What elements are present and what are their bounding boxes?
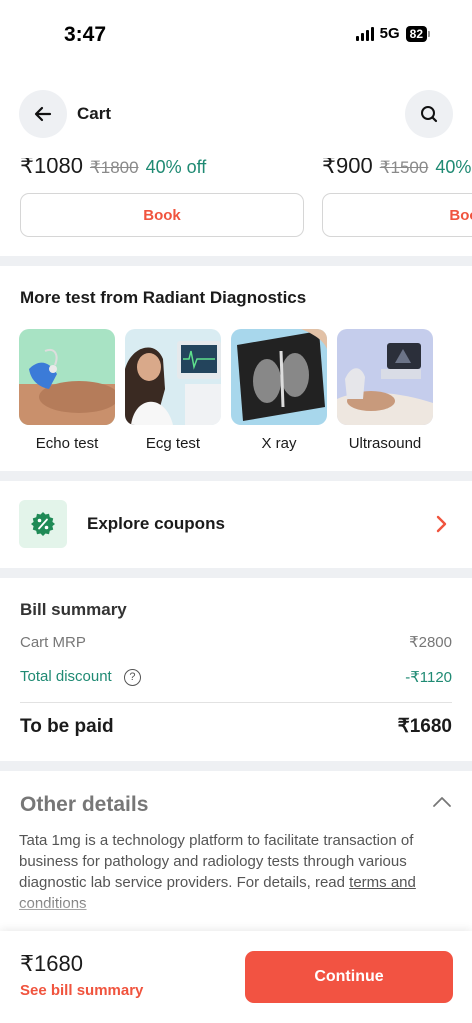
search-icon: [421, 106, 438, 123]
more-tests-section: More test from Radiant Diagnostics Echo …: [0, 266, 472, 471]
coupon-icon-box: [19, 500, 67, 548]
status-time: 3:47: [64, 23, 107, 46]
header: Cart: [0, 70, 472, 158]
battery-icon: 82: [405, 25, 430, 42]
search-button[interactable]: [405, 90, 453, 138]
test-label: Ultrasound: [348, 435, 422, 452]
chevron-right-icon: [436, 515, 447, 533]
info-icon[interactable]: ?: [123, 668, 141, 686]
package-price-row: ₹1080 ₹1800 40% off: [20, 158, 304, 179]
section-divider: [0, 761, 472, 771]
cart-mrp-label: Cart MRP: [20, 633, 86, 651]
test-card-xray[interactable]: X ray: [231, 329, 327, 452]
signal-icon: [355, 26, 374, 41]
package-card: ₹1080 ₹1800 40% off Book: [20, 158, 304, 237]
total-discount-label: Total discount: [20, 668, 112, 686]
section-divider: [0, 256, 472, 266]
package-price: ₹900: [322, 158, 373, 178]
test-label: Echo test: [35, 435, 99, 452]
to-be-paid-row: To be paid ₹1680: [20, 715, 452, 738]
cart-mrp-value: ₹2800: [409, 634, 452, 651]
test-card-ultrasound[interactable]: Ultrasound: [337, 329, 433, 452]
echo-test-image: [19, 329, 115, 425]
package-price: ₹1080: [20, 158, 83, 178]
total-discount-row: Total discount ? -₹1120: [20, 668, 452, 686]
see-bill-summary-link[interactable]: See bill summary: [20, 982, 143, 999]
test-card-ecg[interactable]: Ecg test: [125, 329, 221, 452]
ecg-test-image: [125, 329, 221, 425]
page-title: Cart: [77, 104, 112, 123]
bill-divider: [20, 702, 452, 703]
bill-summary: Bill summary Cart MRP ₹2800 Total discou…: [0, 578, 472, 761]
package-price-row: ₹900 ₹1500 40%: [322, 158, 472, 179]
to-be-paid-value: ₹1680: [397, 716, 452, 737]
package-mrp: ₹1800: [89, 158, 139, 177]
book-button[interactable]: Book: [20, 193, 304, 237]
explore-coupons-row[interactable]: Explore coupons: [0, 481, 472, 568]
cart-mrp-row: Cart MRP ₹2800: [20, 633, 452, 652]
other-details-title: Other details: [20, 793, 149, 816]
bill-summary-title: Bill summary: [20, 600, 127, 619]
package-discount: 40%: [435, 158, 472, 177]
section-divider: [0, 568, 472, 578]
ultrasound-test-image: [337, 329, 433, 425]
continue-button[interactable]: Continue: [245, 951, 453, 1003]
status-icons: 5G 82: [355, 25, 430, 42]
explore-coupons-label: Explore coupons: [87, 514, 225, 533]
fade-overlay: [0, 891, 472, 931]
test-list: Echo test Ecg test X ray Ultrasound: [19, 329, 433, 452]
to-be-paid-label: To be paid: [20, 715, 114, 737]
total-discount-value: -₹1120: [405, 669, 452, 686]
battery-level: 82: [405, 25, 427, 42]
section-divider: [0, 471, 472, 481]
package-carousel[interactable]: ₹1080 ₹1800 40% off Book ₹900 ₹1500 40% …: [0, 158, 472, 256]
arrow-left-icon: [34, 106, 52, 122]
book-button[interactable]: Boo: [322, 193, 472, 237]
package-card: ₹900 ₹1500 40% Boo: [322, 158, 472, 237]
package-discount: 40% off: [145, 158, 207, 177]
network-label: 5G: [379, 25, 400, 42]
other-details-section: Other details Tata 1mg is a technology p…: [0, 771, 472, 931]
xray-test-image: [231, 329, 327, 425]
status-bar: 3:47 5G 82: [0, 0, 472, 70]
section-title: More test from Radiant Diagnostics: [20, 288, 307, 307]
test-label: Ecg test: [145, 435, 201, 452]
test-label: X ray: [261, 435, 297, 452]
back-button[interactable]: [19, 90, 67, 138]
checkout-bar: ₹1680 See bill summary Continue: [0, 931, 472, 1023]
footer-total: ₹1680: [20, 951, 83, 976]
test-card-echo[interactable]: Echo test: [19, 329, 115, 452]
percent-badge-icon: [31, 512, 55, 536]
package-mrp: ₹1500: [379, 158, 429, 177]
chevron-up-icon[interactable]: [432, 795, 452, 809]
